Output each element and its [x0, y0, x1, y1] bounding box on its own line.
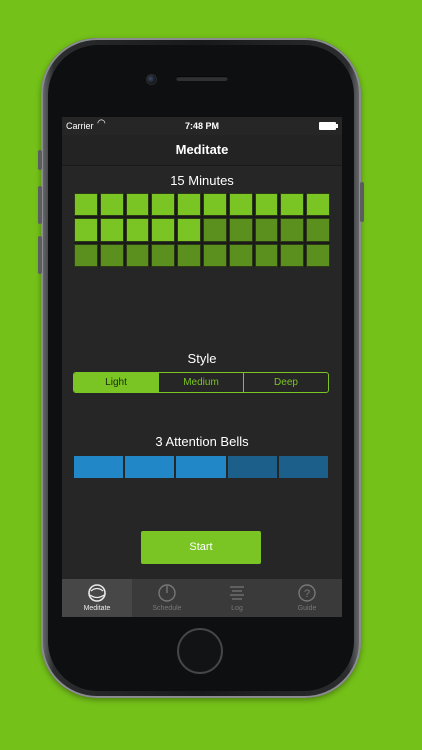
duration-block[interactable] — [202, 193, 227, 217]
duration-block[interactable] — [306, 193, 330, 217]
duration-block[interactable] — [177, 193, 201, 217]
style-option-light[interactable]: Light — [74, 373, 159, 392]
duration-block[interactable] — [254, 243, 279, 267]
style-option-medium[interactable]: Medium — [159, 373, 244, 392]
duration-block[interactable] — [177, 243, 201, 267]
bell-block[interactable] — [74, 456, 124, 478]
duration-title: 15 Minutes — [170, 173, 234, 188]
start-button[interactable]: Start — [141, 531, 261, 564]
duration-block[interactable] — [280, 243, 305, 267]
duration-block[interactable] — [151, 243, 176, 267]
tab-meditate[interactable]: Meditate — [62, 579, 132, 617]
duration-block[interactable] — [177, 218, 201, 242]
nav-bar: Meditate — [62, 135, 342, 166]
camera-icon — [146, 74, 157, 85]
duration-block[interactable] — [280, 218, 305, 242]
tab-label: Log — [231, 605, 243, 612]
duration-block[interactable] — [254, 218, 279, 242]
duration-block[interactable] — [99, 193, 124, 217]
volume-up-button — [38, 186, 42, 224]
duration-block[interactable] — [228, 218, 253, 242]
duration-block[interactable] — [151, 193, 176, 217]
duration-block[interactable] — [125, 218, 150, 242]
guide-icon: ? — [272, 582, 342, 604]
duration-block[interactable] — [202, 243, 227, 267]
tab-guide[interactable]: ? Guide — [272, 579, 342, 617]
app-screen: Carrier ◠ 7:48 PM Meditate 15 Minutes St… — [62, 117, 342, 617]
style-title: Style — [187, 351, 217, 366]
style-segmented-control[interactable]: Light Medium Deep — [73, 372, 329, 393]
duration-block[interactable] — [125, 193, 150, 217]
status-time: 7:48 PM — [184, 121, 219, 131]
page-title: Meditate — [175, 142, 229, 157]
svg-text:?: ? — [304, 588, 310, 600]
tab-label: Meditate — [83, 605, 111, 612]
bell-block[interactable] — [176, 456, 226, 478]
duration-block[interactable] — [280, 193, 305, 217]
log-icon — [202, 582, 272, 604]
bell-block[interactable] — [278, 456, 329, 478]
duration-block[interactable] — [99, 218, 124, 242]
duration-block[interactable] — [202, 218, 227, 242]
mute-switch — [38, 150, 42, 170]
duration-block[interactable] — [151, 218, 176, 242]
duration-grid[interactable] — [74, 193, 330, 267]
style-option-deep[interactable]: Deep — [244, 373, 328, 392]
tab-label: Guide — [297, 605, 317, 612]
duration-block[interactable] — [228, 193, 253, 217]
power-button — [360, 182, 364, 222]
tab-label: Schedule — [152, 605, 182, 612]
battery-icon — [319, 122, 338, 130]
duration-block[interactable] — [306, 218, 330, 242]
duration-block[interactable] — [254, 193, 279, 217]
meditate-icon — [62, 582, 132, 604]
bell-block[interactable] — [227, 456, 277, 478]
duration-block[interactable] — [125, 243, 150, 267]
duration-block[interactable] — [74, 218, 98, 242]
bells-selector[interactable] — [74, 456, 329, 478]
volume-down-button — [38, 236, 42, 274]
duration-block[interactable] — [74, 193, 98, 217]
tab-schedule[interactable]: Schedule — [132, 579, 202, 617]
schedule-icon — [132, 582, 202, 604]
speaker-grille — [176, 76, 228, 81]
duration-block[interactable] — [228, 243, 253, 267]
duration-block[interactable] — [306, 243, 330, 267]
duration-block[interactable] — [99, 243, 124, 267]
status-bar: Carrier ◠ 7:48 PM — [62, 117, 342, 135]
tab-bar: Meditate Schedule Log? Guide — [62, 579, 342, 617]
duration-block[interactable] — [74, 243, 98, 267]
bells-title: 3 Attention Bells — [155, 434, 249, 449]
tab-log[interactable]: Log — [202, 579, 272, 617]
bell-block[interactable] — [125, 456, 175, 478]
home-button[interactable] — [177, 628, 223, 674]
